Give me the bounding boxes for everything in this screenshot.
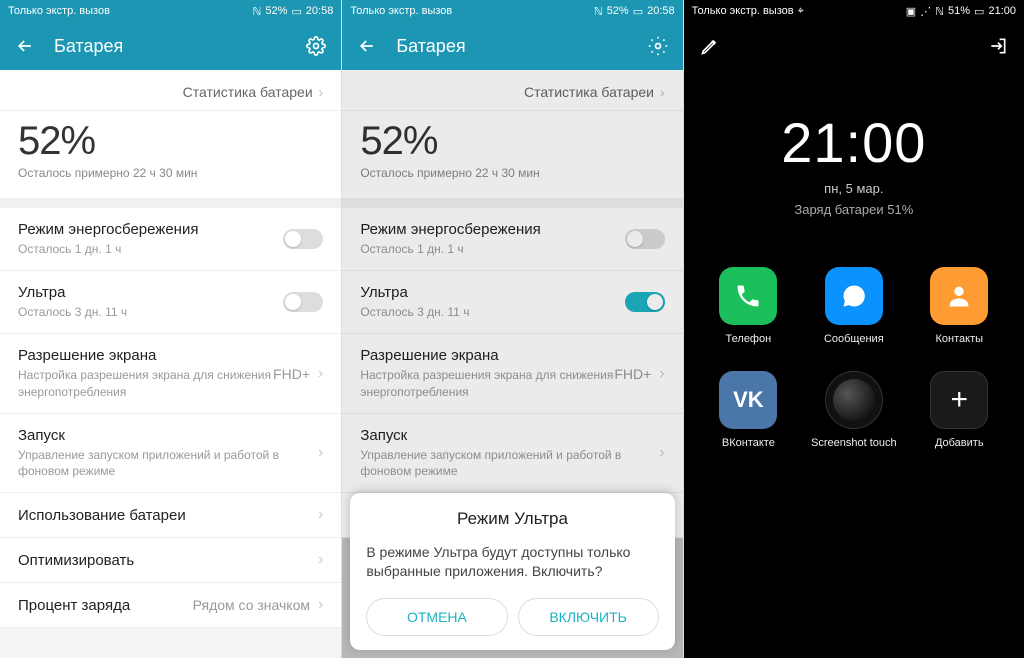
carrier-text: Только экстр. вызов — [692, 5, 794, 17]
cancel-button[interactable]: ОТМЕНА — [366, 598, 507, 636]
clock-block: 21:00 пн, 5 мар. Заряд батареи 51% — [684, 110, 1024, 217]
phone-icon — [719, 267, 777, 325]
chevron-right-icon: › — [318, 551, 323, 569]
chevron-right-icon: › — [318, 506, 323, 524]
screenshot-icon — [825, 371, 883, 429]
gear-icon[interactable] — [647, 35, 669, 57]
chevron-right-icon: › — [318, 596, 323, 614]
cast-icon: ▣ — [906, 5, 916, 18]
app-header: Батарея — [342, 22, 682, 70]
back-icon[interactable] — [356, 35, 378, 57]
clock-text: 20:58 — [306, 5, 334, 17]
gear-icon[interactable] — [305, 35, 327, 57]
nfc-icon: ℕ — [594, 5, 603, 18]
dialog-title: Режим Ультра — [366, 509, 658, 529]
battery-percent: 52% — [265, 5, 287, 17]
app-grid: Телефон Сообщения Контакты VK ВКонтакте … — [684, 267, 1024, 449]
battery-percent-large: 52% — [18, 119, 323, 164]
edit-icon[interactable] — [700, 36, 720, 56]
contacts-icon — [930, 267, 988, 325]
ultra-toggle[interactable] — [283, 292, 323, 312]
ultra-dialog: Режим Ультра В режиме Ультра будут досту… — [350, 493, 674, 650]
row-power-saving[interactable]: Режим энергосбереженияОсталось 1 дн. 1 ч — [0, 208, 341, 271]
vk-icon: VK — [719, 371, 777, 429]
wifi-icon: ⋰ — [920, 5, 931, 18]
battery-percent-block: 52% Осталось примерно 22 ч 30 мин — [0, 111, 341, 198]
carrier-text: Только экстр. вызов — [350, 5, 452, 17]
confirm-button[interactable]: ВКЛЮЧИТЬ — [518, 598, 659, 636]
row-ultra[interactable]: УльтраОсталось 3 дн. 11 ч — [0, 271, 341, 334]
battery-stats-link[interactable]: Статистика батареи› — [0, 70, 341, 111]
back-icon[interactable] — [14, 35, 36, 57]
dialog-body: В режиме Ультра будут доступны только вы… — [366, 543, 658, 582]
clock-battery: Заряд батареи 51% — [684, 202, 1024, 217]
row-percent-display[interactable]: Процент заряда Рядом со значком› — [0, 583, 341, 628]
power-saving-toggle[interactable] — [283, 229, 323, 249]
app-messages[interactable]: Сообщения — [807, 267, 900, 345]
clock-text: 21:00 — [988, 5, 1016, 17]
app-vk[interactable]: VK ВКонтакте — [702, 371, 795, 449]
battery-icon: ▭ — [974, 5, 984, 18]
add-icon: + — [930, 371, 988, 429]
chevron-right-icon: › — [319, 84, 324, 100]
app-screenshot[interactable]: Screenshot touch — [807, 371, 900, 449]
chevron-right-icon: › — [318, 365, 323, 383]
row-launch[interactable]: ЗапускУправление запуском приложений и р… — [0, 414, 341, 493]
app-phone[interactable]: Телефон — [702, 267, 795, 345]
page-title: Батарея — [396, 36, 628, 57]
row-resolution[interactable]: Разрешение экранаНастройка разрешения эк… — [0, 334, 341, 413]
app-contacts[interactable]: Контакты — [913, 267, 1006, 345]
status-bar: Только экстр. вызов ℕ 52% ▭ 20:58 — [0, 0, 341, 22]
nfc-icon: ℕ — [935, 5, 944, 18]
clock-text: 20:58 — [647, 5, 675, 17]
messages-icon — [825, 267, 883, 325]
nfc-icon: ℕ — [253, 5, 262, 18]
page-title: Батарея — [54, 36, 287, 57]
battery-icon: ▭ — [291, 5, 301, 18]
status-bar: Только экстр. вызов ⌖ ▣ ⋰ ℕ 51% ▭ 21:00 — [684, 0, 1024, 22]
row-optimize[interactable]: Оптимизировать › — [0, 538, 341, 583]
location-icon: ⌖ — [798, 5, 804, 18]
clock-time: 21:00 — [684, 110, 1024, 175]
app-add[interactable]: + Добавить — [913, 371, 1006, 449]
row-usage[interactable]: Использование батареи › — [0, 493, 341, 538]
battery-percent: 51% — [948, 5, 970, 17]
battery-remaining: Осталось примерно 22 ч 30 мин — [18, 166, 323, 180]
app-header: Батарея — [0, 22, 341, 70]
status-bar: Только экстр. вызов ℕ 52% ▭ 20:58 — [342, 0, 682, 22]
battery-icon: ▭ — [633, 5, 643, 18]
battery-percent: 52% — [607, 5, 629, 17]
carrier-text: Только экстр. вызов — [8, 5, 110, 17]
exit-icon[interactable] — [988, 36, 1008, 56]
clock-date: пн, 5 мар. — [684, 181, 1024, 196]
chevron-right-icon: › — [318, 444, 323, 462]
